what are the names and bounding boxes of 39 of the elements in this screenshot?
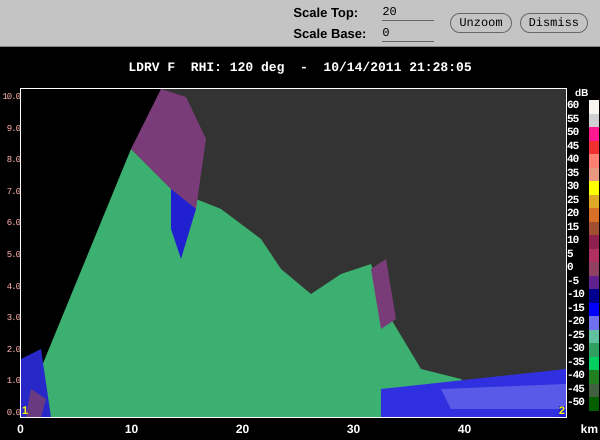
legend-label: -35 [567,356,586,370]
legend-label: -20 [567,316,586,330]
legend-label: 0 [567,262,574,276]
legend-label: -30 [567,343,586,356]
legend-label: 35 [567,168,580,181]
x-tick-label: 20 [236,421,250,438]
corner-marker: 1 [22,406,28,417]
legend-label: -45 [567,384,586,397]
legend-label: 10 [567,235,580,248]
legend-label: 25 [567,194,580,208]
toolbar-button[interactable]: Unzoom [450,13,512,33]
x-tick-label: 40 [458,421,472,438]
axis-unit: km [580,421,598,438]
input-field[interactable]: 0 [382,25,434,42]
legend-label: -25 [567,330,586,343]
legend-label: 5 [567,248,574,262]
legend-label: 15 [567,222,580,235]
x-tick-label: 30 [346,421,360,438]
input-field[interactable]: 20 [382,4,434,21]
field-label: Scale Base: [293,25,368,43]
legend-label: 40 [567,154,580,168]
legend-label: 50 [567,127,580,140]
legend-label: -50 [567,397,586,410]
legend-label: -40 [567,370,586,384]
field-label: Scale Top: [293,4,360,22]
legend-label: 20 [567,208,580,222]
x-tick-label: 10 [124,421,138,438]
y-tick-label: 10.0 [2,92,20,102]
x-tick-label: 0 [17,421,24,438]
legend-label: -15 [567,302,586,316]
legend-label: 60 [567,100,580,114]
legend-label: 55 [567,114,580,127]
plot-title: LDRV F RHI: 120 deg - 10/14/2011 21:28:05 [128,58,472,77]
legend-label: -10 [567,289,586,302]
legend-unit: dB [574,88,590,100]
legend-label: -5 [567,276,580,289]
toolbar-button[interactable]: Dismiss [520,13,588,33]
legend-label: 45 [567,140,580,154]
legend-label: 30 [567,181,580,194]
